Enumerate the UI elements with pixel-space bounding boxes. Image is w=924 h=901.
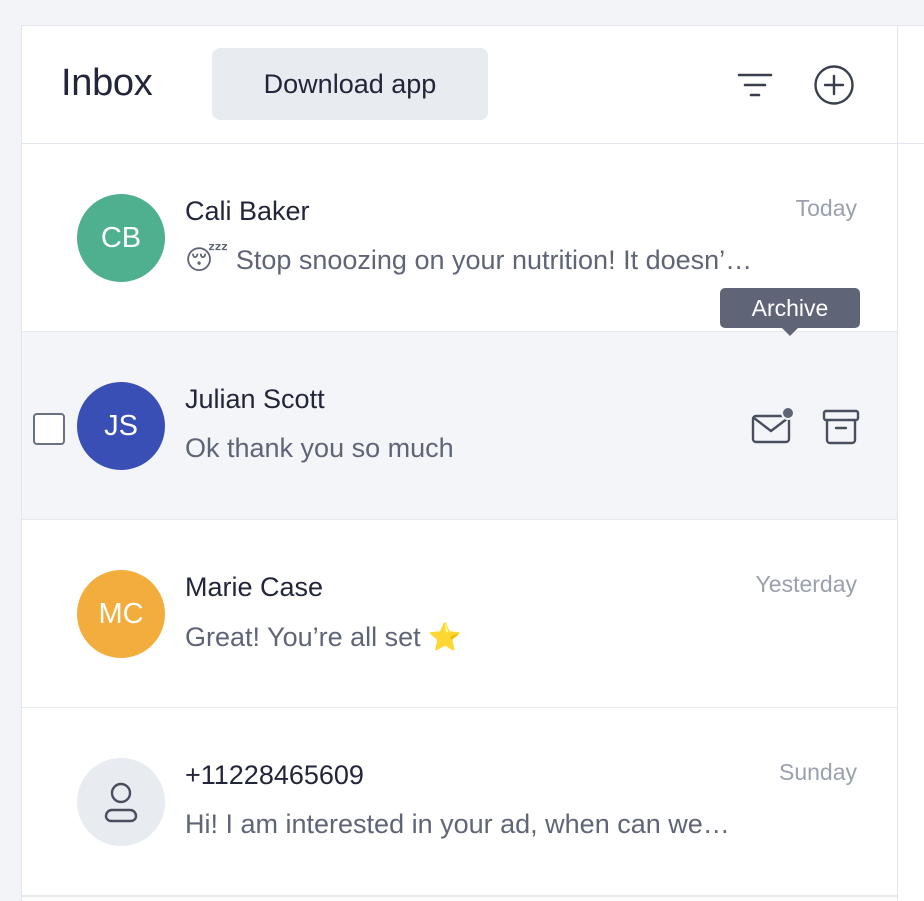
message-preview: Ok thank you so much — [185, 433, 454, 463]
timestamp: Today — [795, 195, 857, 221]
avatar: JS — [77, 382, 165, 470]
right-panel-edge — [897, 25, 924, 901]
message-preview: 😴 Stop snoozing on your nutrition! It do… — [185, 245, 752, 276]
contact-name: Julian Scott — [185, 384, 325, 414]
select-checkbox[interactable] — [33, 413, 65, 445]
message-preview-text: Stop snoozing on your nutrition! It does… — [235, 245, 753, 275]
avatar: CB — [77, 194, 165, 282]
contact-name: Cali Baker — [185, 196, 310, 226]
message-preview: Hi! I am interested in your ad, when can… — [185, 809, 730, 839]
message-preview: Great! You’re all set ⭐ — [185, 621, 462, 653]
user-icon — [77, 758, 165, 846]
timestamp: Yesterday — [755, 571, 857, 597]
download-app-button[interactable]: Download app — [212, 48, 488, 120]
star-emoji: ⭐ — [428, 622, 462, 653]
archive-tooltip: Archive — [720, 288, 860, 336]
inbox-header: Inbox Download app — [22, 26, 897, 144]
archive-icon[interactable] — [819, 405, 863, 449]
page-title: Inbox — [61, 62, 153, 104]
conversation-row[interactable]: MC Marie Case Great! You’re all set ⭐ Ye… — [22, 520, 897, 709]
contact-name: Marie Case — [185, 572, 324, 602]
timestamp: Sunday — [778, 759, 857, 785]
filter-icon[interactable] — [733, 63, 777, 107]
contact-name: +11228465609 — [185, 760, 364, 790]
avatar: MC — [77, 570, 165, 658]
conversation-row[interactable]: JS Julian Scott Ok thank you so much — [22, 332, 897, 521]
conversation-row[interactable]: +11228465609 Hi! I am interested in your… — [22, 708, 897, 897]
message-preview-text: Great! You’re all set — [185, 622, 421, 652]
inbox-panel: Inbox Download app CB Cali Baker 😴 Stop … — [21, 25, 898, 901]
mail-unread-icon[interactable] — [750, 405, 794, 449]
sleeping-emoji: 😴 — [185, 245, 229, 276]
plus-circle-icon[interactable] — [812, 63, 856, 107]
